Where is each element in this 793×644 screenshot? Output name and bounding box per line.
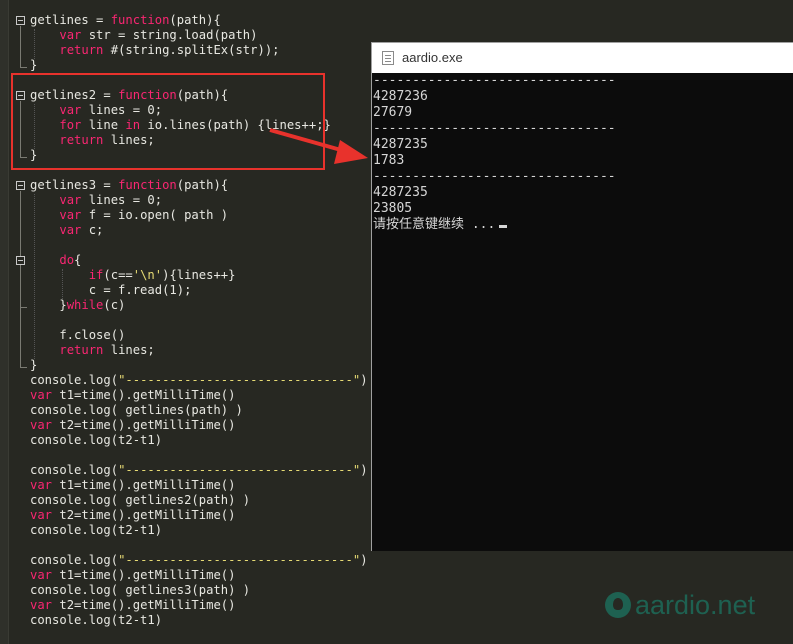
- console-line-text: -------------------------------: [373, 73, 616, 88]
- console-line: -------------------------------: [373, 121, 791, 137]
- watermark: aardio.net: [605, 590, 755, 621]
- console-line: 27679: [373, 105, 791, 121]
- console-line: 请按任意键继续 ...: [373, 217, 791, 233]
- console-line-text: 请按任意键继续 ...: [373, 217, 496, 232]
- console-line-text: -------------------------------: [373, 121, 616, 136]
- console-line: 4287236: [373, 89, 791, 105]
- console-line: -------------------------------: [373, 169, 791, 185]
- console-line-text: -------------------------------: [373, 169, 616, 184]
- app-window-icon: [382, 51, 394, 65]
- console-line: 4287235: [373, 137, 791, 153]
- console-line-text: 4287236: [373, 89, 428, 104]
- console-line: 23805: [373, 201, 791, 217]
- watermark-text: aardio.net: [635, 590, 756, 620]
- console-line-text: 27679: [373, 105, 413, 120]
- console-line-text: 23805: [373, 201, 413, 216]
- console-line: 4287235: [373, 185, 791, 201]
- console-line-text: 4287235: [373, 137, 428, 152]
- console-line: -------------------------------: [373, 73, 791, 89]
- console-line-text: 4287235: [373, 185, 428, 200]
- console-cursor: [499, 225, 508, 228]
- console-line-text: 1783: [373, 153, 405, 168]
- console-titlebar[interactable]: aardio.exe: [372, 43, 793, 73]
- console-line: 1783: [373, 153, 791, 169]
- console-window[interactable]: aardio.exe -----------------------------…: [371, 42, 793, 551]
- github-icon: [605, 592, 631, 618]
- window-title: aardio.exe: [402, 50, 463, 65]
